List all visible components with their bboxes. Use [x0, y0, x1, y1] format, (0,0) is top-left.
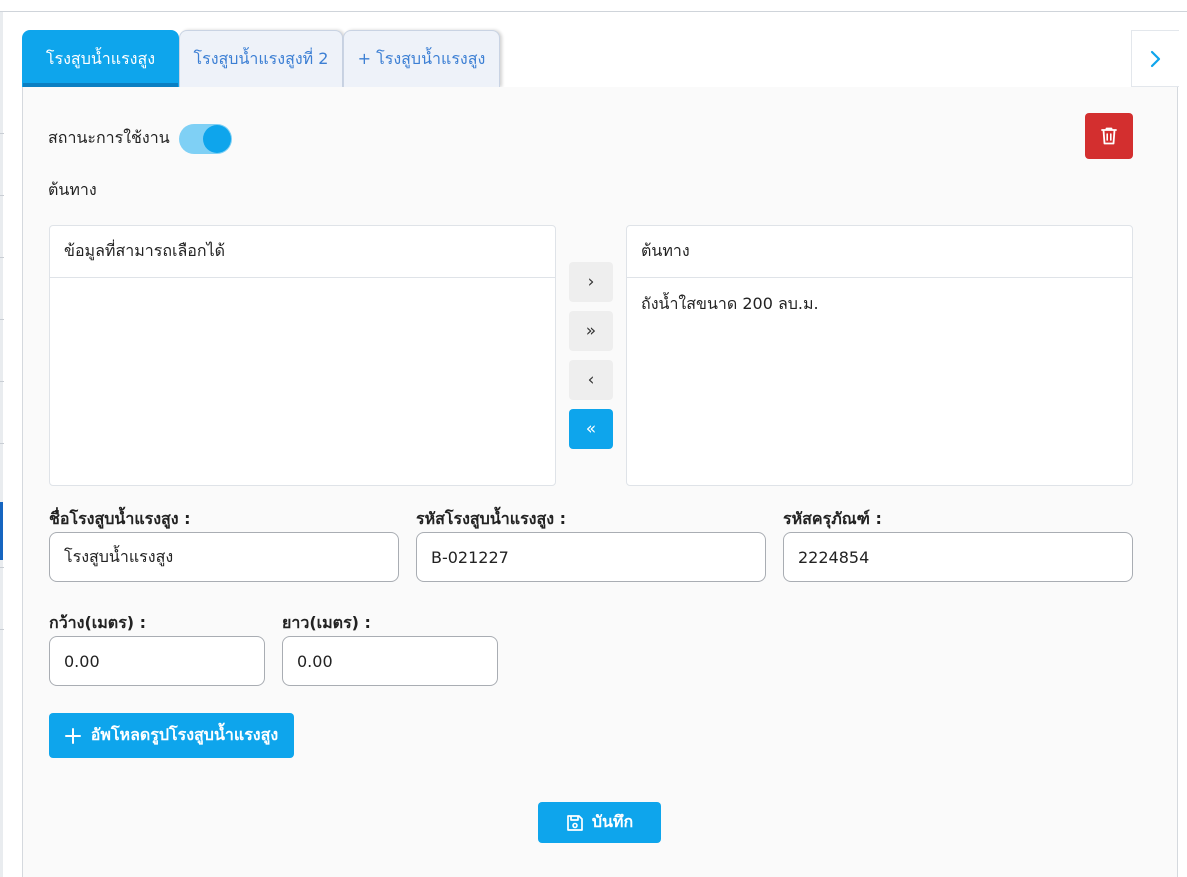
selected-list: ต้นทาง ถังน้ำใสขนาด 200 ลบ.ม.	[626, 225, 1133, 486]
available-list: ข้อมูลที่สามารถเลือกได้	[49, 225, 556, 486]
left-tick	[0, 319, 4, 320]
plus-icon	[64, 727, 81, 744]
equipment-code-label: รหัสครุภัณฑ์ :	[783, 509, 882, 528]
save-label: บันทึก	[591, 812, 634, 831]
double-chevron-right-icon: »	[585, 321, 597, 341]
chevron-left-icon: ‹	[587, 370, 595, 390]
floppy-disk-icon	[566, 814, 583, 831]
equipment-code-input[interactable]: 2224854	[783, 532, 1133, 582]
left-sidebar-active-marker	[0, 502, 3, 560]
status-label: สถานะการใช้งาน	[48, 128, 170, 147]
tab-scroll-next-button[interactable]	[1131, 30, 1179, 87]
station-name-label: ชื่อโรงสูบน้ำแรงสูง :	[49, 509, 191, 528]
move-all-left-button[interactable]: «	[569, 409, 613, 449]
left-tick	[0, 381, 4, 382]
tab-label: โรงสูบน้ำแรงสูง	[45, 48, 156, 68]
delete-button[interactable]	[1085, 113, 1133, 159]
move-all-right-button[interactable]: »	[569, 311, 613, 351]
double-chevron-left-icon: «	[585, 419, 597, 439]
length-input[interactable]: 0.00	[282, 636, 498, 686]
selected-list-header: ต้นทาง	[627, 226, 1132, 278]
source-section-label: ต้นทาง	[48, 180, 97, 199]
station-tabs: โรงสูบน้ำแรงสูง โรงสูบน้ำแรงสูงที่ 2 + โ…	[22, 30, 500, 87]
available-list-header: ข้อมูลที่สามารถเลือกได้	[50, 226, 555, 278]
upload-photo-label: อัพโหลดรูปโรงสูบน้ำแรงสูง	[90, 725, 279, 744]
tab-station-1[interactable]: โรงสูบน้ำแรงสูง	[22, 30, 179, 87]
move-right-button[interactable]: ›	[569, 262, 613, 302]
upload-photo-button[interactable]: อัพโหลดรูปโรงสูบน้ำแรงสูง	[49, 713, 294, 758]
tab-station-2[interactable]: โรงสูบน้ำแรงสูงที่ 2	[179, 30, 343, 87]
chevron-right-icon	[1150, 50, 1160, 67]
station-code-label: รหัสโรงสูบน้ำแรงสูง :	[416, 509, 567, 528]
left-tick	[0, 195, 4, 196]
toggle-knob	[203, 125, 231, 153]
tab-label: + โรงสูบน้ำแรงสูง	[357, 48, 486, 68]
tab-label: โรงสูบน้ำแรงสูงที่ 2	[193, 48, 329, 68]
station-name-input[interactable]: โรงสูบน้ำแรงสูง	[49, 532, 399, 582]
left-tick	[0, 443, 4, 444]
save-button[interactable]: บันทึก	[538, 802, 661, 843]
width-label: กว้าง(เมตร) :	[49, 613, 147, 632]
tab-add-station[interactable]: + โรงสูบน้ำแรงสูง	[343, 30, 500, 87]
length-label: ยาว(เมตร) :	[282, 613, 371, 632]
left-tick	[0, 133, 4, 134]
status-toggle[interactable]	[179, 124, 232, 154]
list-item[interactable]: ถังน้ำใสขนาด 200 ลบ.ม.	[627, 278, 1132, 317]
chevron-right-icon: ›	[587, 272, 595, 292]
trash-icon	[1101, 127, 1117, 145]
station-code-input[interactable]: B-021227	[416, 532, 766, 582]
width-input[interactable]: 0.00	[49, 636, 265, 686]
left-tick	[0, 257, 4, 258]
top-divider	[0, 11, 1187, 12]
left-sidebar-edge	[0, 12, 3, 877]
move-left-button[interactable]: ‹	[569, 360, 613, 400]
left-tick	[0, 629, 4, 630]
left-tick	[0, 567, 4, 568]
